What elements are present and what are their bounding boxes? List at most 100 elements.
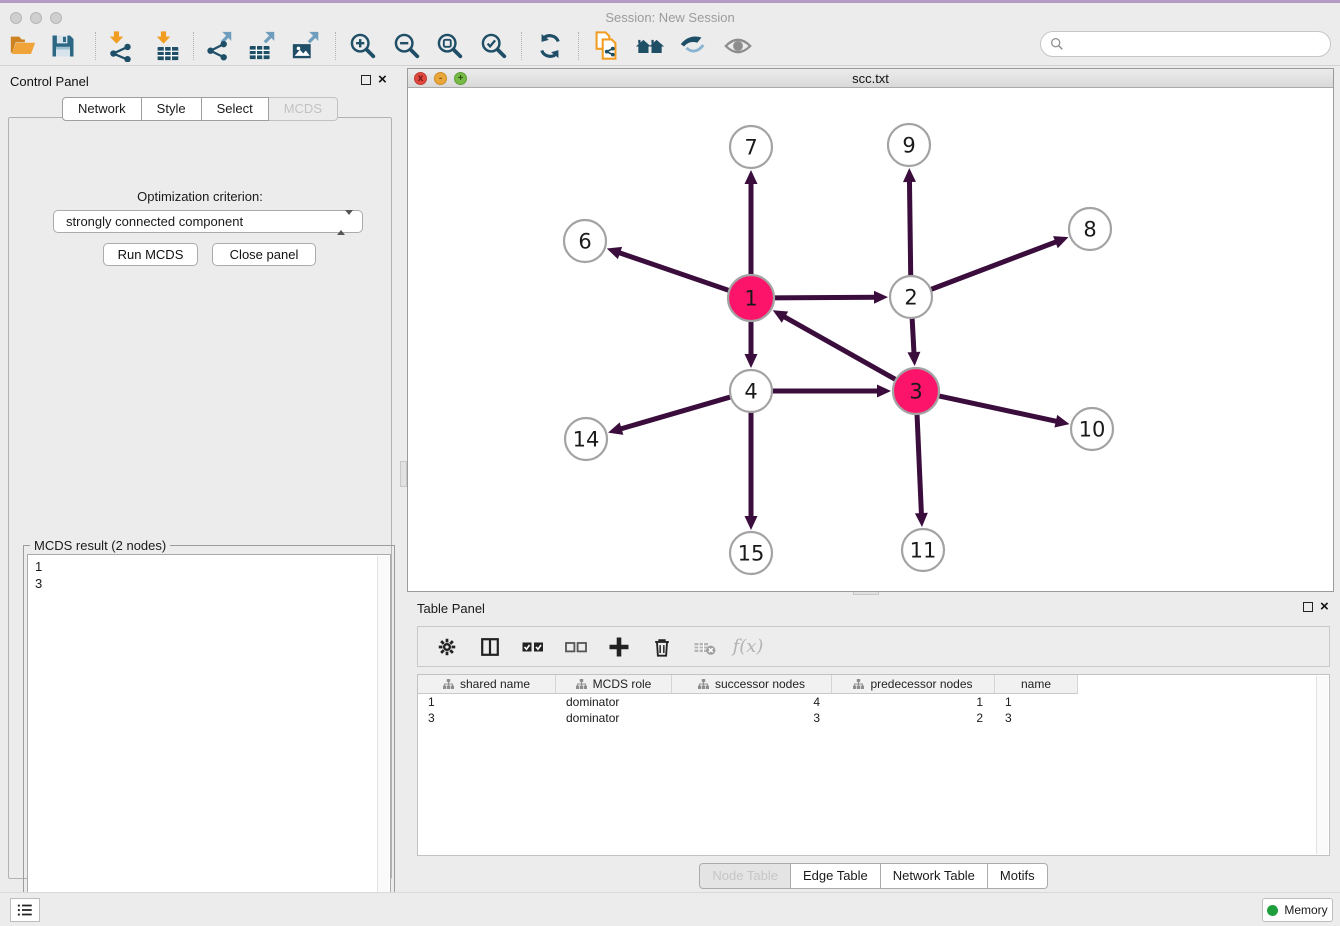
column-view-button[interactable]	[477, 634, 503, 660]
add-column-button[interactable]	[606, 634, 632, 660]
node-2[interactable]: 2	[890, 276, 932, 318]
cell-predecessor-nodes[interactable]: 1	[832, 694, 995, 710]
checked-boxes-icon	[521, 635, 545, 659]
table-toolbar: f(x)	[417, 626, 1330, 667]
clone-network-button[interactable]	[589, 29, 623, 63]
edge-2-9[interactable]	[909, 179, 910, 278]
column-header-MCDS-role[interactable]: MCDS role	[556, 675, 672, 694]
column-header-shared-name[interactable]: shared name	[418, 675, 556, 694]
edge-arrow-icon	[874, 291, 888, 304]
node-3[interactable]: 3	[893, 368, 939, 414]
node-label: 1	[744, 287, 757, 311]
table-row[interactable]: 1dominator411	[418, 694, 1329, 710]
tab-node-table[interactable]: Node Table	[699, 863, 791, 889]
tab-edge-table[interactable]: Edge Table	[791, 863, 881, 889]
hide-graphics-button[interactable]	[676, 29, 710, 63]
node-label: 3	[909, 380, 922, 404]
cell-successor-nodes[interactable]: 3	[672, 710, 832, 726]
criterion-value: strongly connected component	[66, 214, 243, 229]
scrollbar[interactable]	[377, 556, 389, 923]
column-header-name[interactable]: name	[995, 675, 1078, 694]
mcds-result-line: 3	[35, 575, 390, 592]
tab-select[interactable]: Select	[202, 97, 269, 121]
table-row[interactable]: 3dominator323	[418, 710, 1329, 726]
network-window-titlebar[interactable]: x - + scc.txt	[408, 69, 1333, 88]
node-4[interactable]: 4	[730, 370, 772, 412]
cell-shared-name[interactable]: 3	[418, 710, 556, 726]
search-box[interactable]	[1040, 31, 1331, 57]
zoom-fit-button[interactable]	[433, 29, 467, 63]
scrollbar[interactable]	[1316, 676, 1328, 854]
search-input[interactable]	[1064, 37, 1330, 52]
delete-table-button[interactable]	[692, 634, 718, 660]
node-6[interactable]: 6	[564, 220, 606, 262]
zoom-in-button[interactable]	[346, 29, 380, 63]
close-panel-button[interactable]: Close panel	[212, 243, 316, 266]
import-table-button[interactable]	[150, 29, 184, 63]
node-10[interactable]: 10	[1071, 408, 1113, 450]
vertical-splitter-grip[interactable]	[400, 461, 407, 487]
birds-eye-button[interactable]	[721, 29, 755, 63]
export-network-icon	[203, 30, 235, 62]
edge-4-14[interactable]	[619, 396, 733, 429]
deselect-all-button[interactable]	[563, 634, 589, 660]
edge-1-2[interactable]	[772, 297, 877, 298]
memory-button[interactable]: Memory	[1262, 898, 1333, 922]
node-11[interactable]: 11	[902, 529, 944, 571]
node-label: 6	[578, 230, 591, 254]
mcds-result-area[interactable]: 13	[27, 554, 391, 925]
zoom-selected-button[interactable]	[477, 29, 511, 63]
edge-3-10[interactable]	[937, 395, 1059, 421]
save-session-button[interactable]	[46, 29, 80, 63]
open-session-button[interactable]	[6, 29, 40, 63]
cell-name[interactable]: 3	[995, 710, 1078, 726]
node-7[interactable]: 7	[730, 126, 772, 168]
close-panel-icon[interactable]: ×	[378, 73, 387, 87]
edge-1-6[interactable]	[617, 252, 731, 291]
node-1[interactable]: 1	[728, 275, 774, 321]
edge-arrow-icon	[1053, 236, 1068, 248]
cell-predecessor-nodes[interactable]: 2	[832, 710, 995, 726]
column-header-successor-nodes[interactable]: successor nodes	[672, 675, 832, 694]
home-views-button[interactable]	[633, 29, 667, 63]
cell-shared-name[interactable]: 1	[418, 694, 556, 710]
table-settings-button[interactable]	[434, 634, 460, 660]
close-panel-icon[interactable]: ×	[1320, 600, 1329, 614]
export-network-button[interactable]	[202, 29, 236, 63]
run-mcds-button[interactable]: Run MCDS	[103, 243, 198, 266]
select-all-button[interactable]	[520, 634, 546, 660]
edge-3-11[interactable]	[917, 412, 922, 516]
optimization-criterion-select[interactable]: strongly connected component	[53, 210, 363, 233]
column-header-predecessor-nodes[interactable]: predecessor nodes	[832, 675, 995, 694]
node-8[interactable]: 8	[1069, 208, 1111, 250]
delete-column-button[interactable]	[649, 634, 675, 660]
mcds-result-line: 1	[35, 558, 390, 575]
export-image-button[interactable]	[289, 29, 323, 63]
edge-2-8[interactable]	[929, 241, 1058, 290]
tab-mcds[interactable]: MCDS	[269, 97, 338, 121]
tab-motifs[interactable]: Motifs	[988, 863, 1048, 889]
cell-name[interactable]: 1	[995, 694, 1078, 710]
network-canvas[interactable]: 7 9 6 8 1 2 4 3 14 10 15 11	[408, 88, 1333, 591]
cell-MCDS-role[interactable]: dominator	[556, 694, 672, 710]
node-15[interactable]: 15	[730, 532, 772, 574]
tab-style[interactable]: Style	[142, 97, 202, 121]
float-panel-icon[interactable]	[1303, 602, 1313, 612]
function-builder-button[interactable]: f(x)	[735, 634, 761, 660]
export-table-button[interactable]	[245, 29, 279, 63]
refresh-button[interactable]	[533, 29, 567, 63]
node-9[interactable]: 9	[888, 124, 930, 166]
edge-2-3[interactable]	[912, 316, 914, 355]
tab-network-table[interactable]: Network Table	[881, 863, 988, 889]
tab-network[interactable]: Network	[62, 97, 142, 121]
zoom-fit-icon	[435, 31, 465, 61]
cell-successor-nodes[interactable]: 4	[672, 694, 832, 710]
edge-3-1[interactable]	[782, 316, 897, 381]
float-panel-icon[interactable]	[361, 75, 371, 85]
task-history-button[interactable]	[10, 898, 40, 922]
zoom-out-button[interactable]	[390, 29, 424, 63]
node-label: 7	[744, 136, 757, 160]
cell-MCDS-role[interactable]: dominator	[556, 710, 672, 726]
node-14[interactable]: 14	[565, 418, 607, 460]
import-network-button[interactable]	[103, 29, 137, 63]
